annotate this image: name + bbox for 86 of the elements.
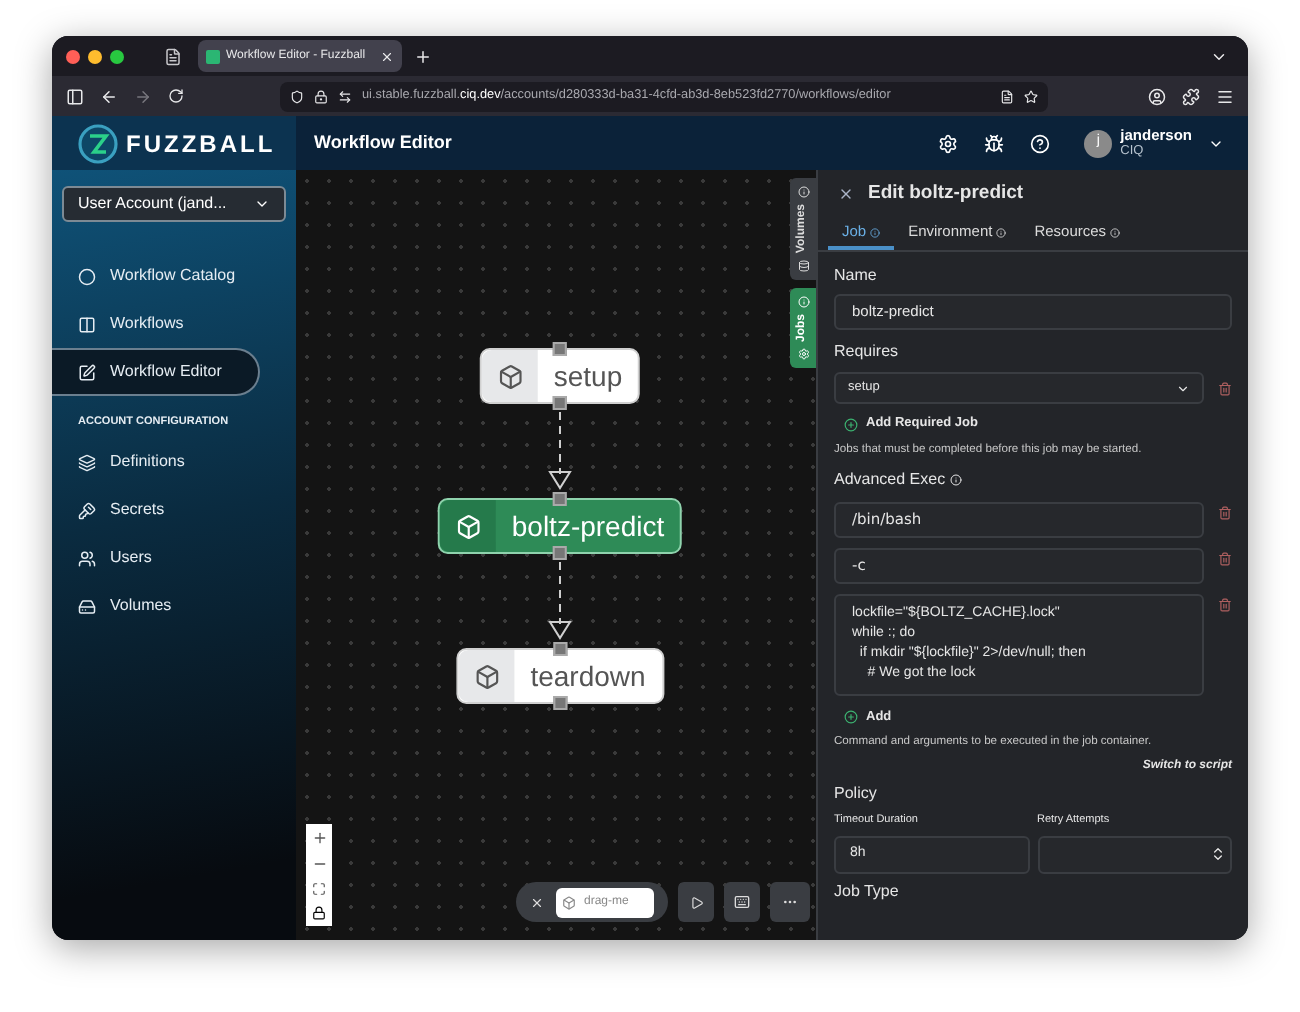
catalog-icon bbox=[78, 267, 96, 285]
sidebar-item[interactable]: Secrets bbox=[52, 486, 296, 535]
run-button[interactable] bbox=[678, 882, 714, 922]
trash-icon[interactable] bbox=[1218, 381, 1232, 395]
secrets-icon bbox=[78, 501, 96, 520]
sidebar-item[interactable]: Users bbox=[52, 534, 296, 583]
favicon-icon bbox=[206, 49, 220, 63]
info-icon bbox=[870, 227, 881, 237]
sidebar-item[interactable]: Workflow Catalog bbox=[52, 252, 296, 300]
section-title: Job Type bbox=[834, 879, 901, 904]
reader-view-icon[interactable] bbox=[1000, 89, 1014, 103]
section-title: Policy bbox=[834, 782, 879, 807]
maximize-window-icon[interactable] bbox=[110, 49, 124, 63]
users-icon bbox=[78, 549, 96, 568]
job-node[interactable]: setup bbox=[479, 348, 641, 404]
definitions-icon bbox=[78, 453, 96, 472]
retry-attempts-field[interactable] bbox=[1037, 835, 1232, 874]
info-icon bbox=[797, 186, 809, 198]
info-icon bbox=[797, 295, 809, 308]
back-icon[interactable] bbox=[100, 87, 118, 105]
caret-icon bbox=[254, 196, 270, 212]
close-icon[interactable] bbox=[838, 186, 854, 202]
settings-icon[interactable] bbox=[938, 133, 959, 153]
fit-view-icon[interactable] bbox=[312, 882, 326, 896]
editor-icon bbox=[78, 363, 96, 381]
trash-icon[interactable] bbox=[1218, 597, 1232, 612]
panel-title: Edit boltz-predict bbox=[868, 179, 1024, 208]
lock-icon bbox=[314, 89, 328, 103]
menu-icon[interactable] bbox=[1216, 87, 1234, 105]
info-icon bbox=[996, 227, 1007, 237]
permissions-icon bbox=[338, 89, 352, 103]
trash-icon[interactable] bbox=[1218, 505, 1232, 520]
dependency-arrow bbox=[548, 561, 572, 640]
output-handle[interactable] bbox=[553, 396, 567, 410]
keyboard-button[interactable] bbox=[724, 882, 760, 922]
forward-icon[interactable] bbox=[134, 87, 152, 105]
minimize-window-icon[interactable] bbox=[88, 49, 102, 63]
sidebar-item[interactable]: Volumes bbox=[52, 582, 296, 631]
dependency-arrow bbox=[548, 411, 572, 490]
help-icon[interactable] bbox=[1030, 133, 1051, 153]
field-label: Advanced Exec bbox=[834, 467, 1232, 492]
plus-circle-icon bbox=[844, 417, 858, 431]
cube-icon bbox=[454, 513, 481, 539]
bug-icon[interactable] bbox=[984, 133, 1005, 153]
new-tab-icon[interactable] bbox=[414, 47, 432, 65]
cube-icon bbox=[562, 895, 576, 909]
close-tab-icon[interactable] bbox=[380, 49, 394, 63]
spinner-icon[interactable] bbox=[1210, 846, 1226, 863]
field-label: Name bbox=[834, 264, 879, 288]
zoom-in-icon[interactable] bbox=[311, 830, 327, 846]
trash-icon[interactable] bbox=[1218, 551, 1232, 566]
info-icon bbox=[949, 473, 962, 486]
reload-icon[interactable] bbox=[168, 88, 184, 104]
bookmark-star-icon[interactable] bbox=[1024, 89, 1038, 103]
sidebar-toggle-icon[interactable] bbox=[66, 87, 84, 105]
volumes-icon bbox=[78, 597, 96, 616]
field-label: Requires bbox=[834, 340, 901, 364]
input-handle[interactable] bbox=[553, 642, 567, 656]
input-handle[interactable] bbox=[553, 342, 567, 356]
cube-icon bbox=[473, 663, 500, 689]
output-handle[interactable] bbox=[553, 696, 567, 710]
logo-icon bbox=[78, 123, 118, 163]
info-icon bbox=[1110, 227, 1121, 237]
sidebar-item[interactable]: Definitions bbox=[52, 438, 296, 487]
lock-icon[interactable] bbox=[312, 906, 326, 920]
output-handle[interactable] bbox=[553, 546, 567, 560]
caret-icon bbox=[1176, 381, 1190, 395]
close-icon[interactable] bbox=[530, 895, 544, 909]
job-node[interactable]: teardown bbox=[456, 648, 664, 704]
plus-circle-icon bbox=[844, 710, 858, 725]
job-node[interactable]: boltz-predict bbox=[437, 498, 683, 554]
logo-text: FUZZBALL bbox=[126, 127, 276, 161]
cube-icon bbox=[496, 363, 523, 389]
tab-list-icon[interactable] bbox=[164, 47, 182, 65]
account-icon[interactable] bbox=[1148, 87, 1166, 105]
play-icon bbox=[689, 895, 703, 909]
shield-icon bbox=[290, 89, 304, 103]
close-window-icon[interactable] bbox=[66, 49, 80, 63]
sidebar-item[interactable]: Workflow Editor bbox=[52, 348, 260, 396]
workflows-icon bbox=[78, 315, 96, 333]
page-title: Workflow Editor bbox=[314, 129, 452, 156]
keyboard-icon bbox=[734, 894, 750, 910]
account-selector[interactable]: User Account (jand... bbox=[62, 186, 286, 222]
extensions-icon[interactable] bbox=[1182, 87, 1200, 105]
sidebar-item[interactable]: Workflows bbox=[52, 300, 296, 348]
input-handle[interactable] bbox=[553, 492, 567, 506]
